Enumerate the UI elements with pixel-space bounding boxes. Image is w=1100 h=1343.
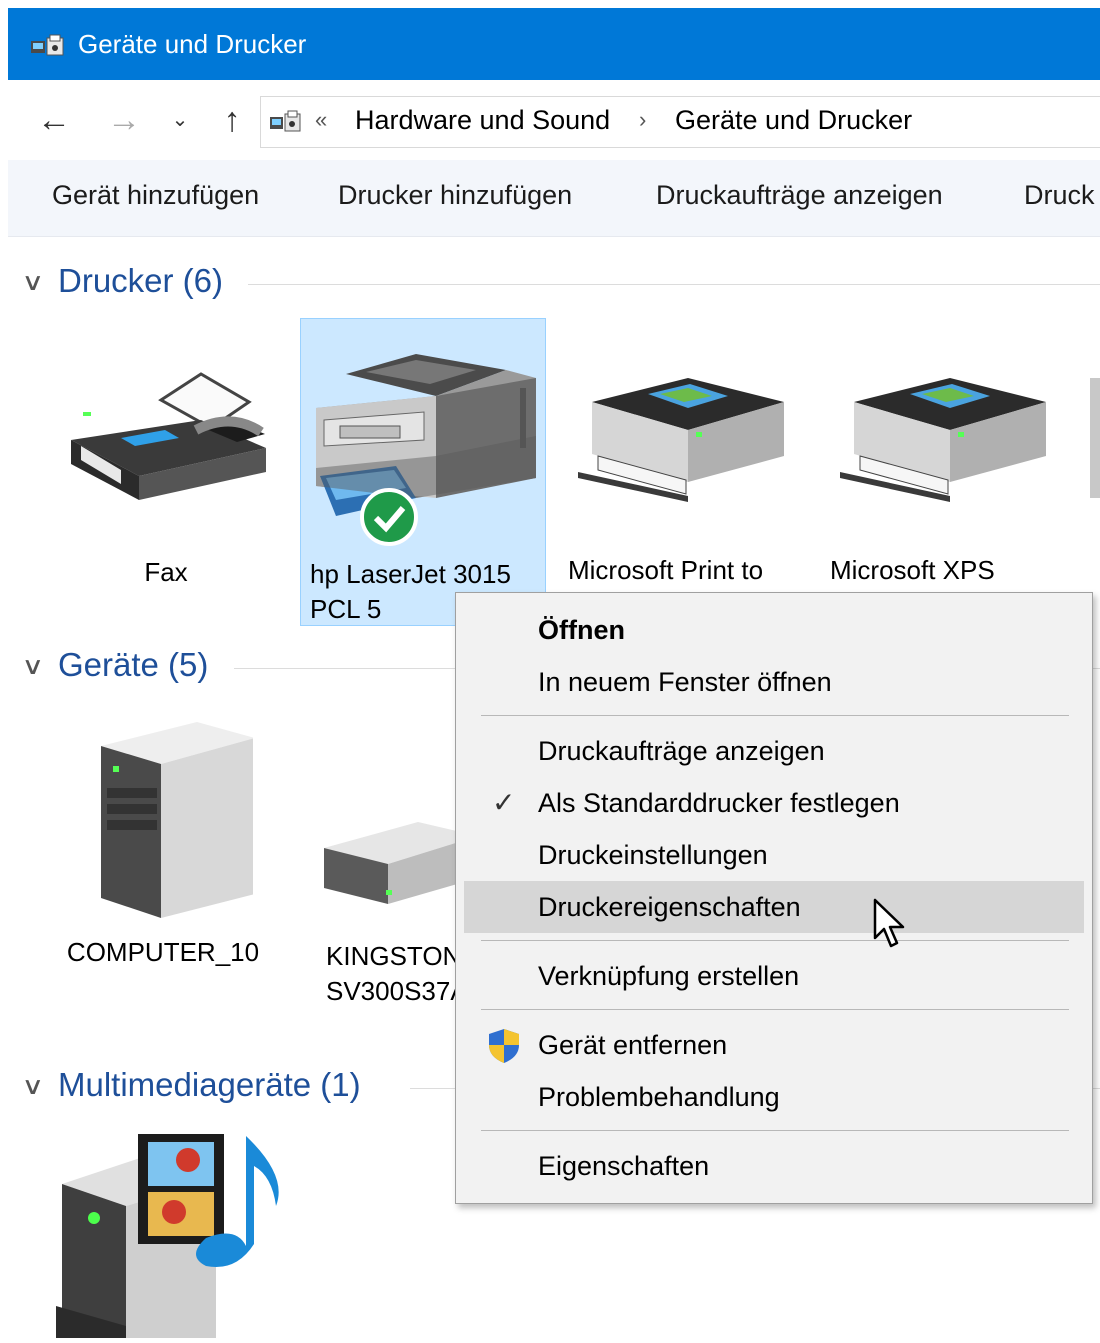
printer-icon	[578, 378, 784, 502]
uac-shield-icon	[489, 1029, 519, 1063]
fax-icon	[71, 372, 266, 500]
media-server-icon	[56, 1134, 279, 1338]
group-title: Multimediageräte (1)	[58, 1066, 361, 1103]
group-title: Drucker (6)	[58, 262, 224, 299]
device-label: Microsoft Print to	[568, 555, 764, 585]
menu-separator	[481, 1009, 1069, 1010]
navigation-bar: ← → ⌄ ↑ « Hardware und Sound › Geräte un…	[8, 80, 1100, 160]
menu-separator	[481, 940, 1069, 941]
title-bar: Geräte und Drucker	[8, 8, 1100, 80]
check-icon: ✓	[492, 787, 516, 818]
device-label: Microsoft XPS	[830, 555, 995, 585]
address-overflow[interactable]: «	[315, 107, 327, 133]
window-title: Geräte und Drucker	[78, 29, 307, 59]
laser-printer-icon	[316, 354, 536, 516]
forward-arrow-icon[interactable]: →	[104, 98, 144, 142]
chevron-down-icon[interactable]: ⌄	[160, 98, 200, 142]
printer-icon	[840, 378, 1046, 502]
context-menu: Öffnen In neuem Fenster öffnen Druckauft…	[455, 592, 1093, 1204]
menu-item-remove-device[interactable]: Gerät entfernen	[464, 1019, 1084, 1071]
device-partial[interactable]	[1090, 378, 1100, 498]
devices-printers-icon	[31, 34, 64, 56]
device-hp-laserjet[interactable]: hp LaserJet 3015 PCL 5	[306, 348, 542, 627]
hard-drive-icon	[324, 822, 478, 904]
device-label: COMPUTER_10	[66, 937, 260, 967]
menu-item-create-shortcut[interactable]: Verknüpfung erstellen	[464, 950, 1084, 1002]
menu-item-set-default-printer[interactable]: ✓ Als Standarddrucker festlegen	[464, 777, 1084, 829]
devices-printers-icon	[270, 110, 301, 132]
device-computer[interactable]: COMPUTER_10	[58, 718, 268, 970]
mouse-cursor-icon	[873, 898, 905, 948]
menu-item-open-new-window[interactable]: In neuem Fenster öffnen	[464, 656, 1084, 708]
menu-item-properties[interactable]: Eigenschaften	[464, 1140, 1084, 1192]
menu-separator	[481, 1130, 1069, 1131]
chevron-down-icon[interactable]: ∨	[21, 1072, 44, 1101]
device-microsoft-print-to-pdf[interactable]: Microsoft Print to	[568, 372, 798, 588]
chevron-down-icon[interactable]: ∨	[21, 652, 44, 681]
up-arrow-icon[interactable]: ↑	[212, 98, 252, 142]
menu-item-show-print-jobs[interactable]: Druckaufträge anzeigen	[464, 725, 1084, 777]
menu-item-printer-properties[interactable]: Druckereigenschaften	[464, 881, 1084, 933]
breadcrumb-separator[interactable]: ›	[639, 107, 646, 133]
device-label: Fax	[144, 557, 188, 587]
device-media-server[interactable]	[56, 1126, 286, 1343]
add-device-button[interactable]: Gerät hinzufügen	[52, 180, 259, 211]
show-print-jobs-button[interactable]: Druckaufträge anzeigen	[656, 180, 943, 211]
menu-item-troubleshoot[interactable]: Problembehandlung	[464, 1071, 1084, 1123]
device-fax[interactable]: Fax	[56, 360, 276, 590]
chevron-down-icon[interactable]: ∨	[21, 268, 44, 297]
menu-separator	[481, 715, 1069, 716]
menu-item-open[interactable]: Öffnen	[464, 604, 1084, 656]
address-bar[interactable]: « Hardware und Sound › Geräte und Drucke…	[260, 96, 1100, 148]
group-printers[interactable]: ∨ Drucker (6)	[8, 262, 1100, 312]
print-server-button[interactable]: Druck	[1024, 180, 1095, 211]
breadcrumb-devices-printers[interactable]: Geräte und Drucker	[675, 105, 912, 136]
group-divider	[248, 284, 1100, 285]
command-bar: Gerät hinzufügen Drucker hinzufügen Druc…	[8, 160, 1100, 237]
add-printer-button[interactable]: Drucker hinzufügen	[338, 180, 572, 211]
computer-tower-icon	[101, 722, 255, 918]
device-label-line1: hp LaserJet 3015	[310, 559, 511, 589]
group-title: Geräte (5)	[58, 646, 209, 683]
breadcrumb-hardware-sound[interactable]: Hardware und Sound	[355, 105, 610, 136]
device-microsoft-xps[interactable]: Microsoft XPS	[830, 372, 1060, 588]
back-arrow-icon[interactable]: ←	[34, 98, 74, 142]
menu-item-print-settings[interactable]: Druckeinstellungen	[464, 829, 1084, 881]
default-check-icon	[360, 488, 418, 546]
